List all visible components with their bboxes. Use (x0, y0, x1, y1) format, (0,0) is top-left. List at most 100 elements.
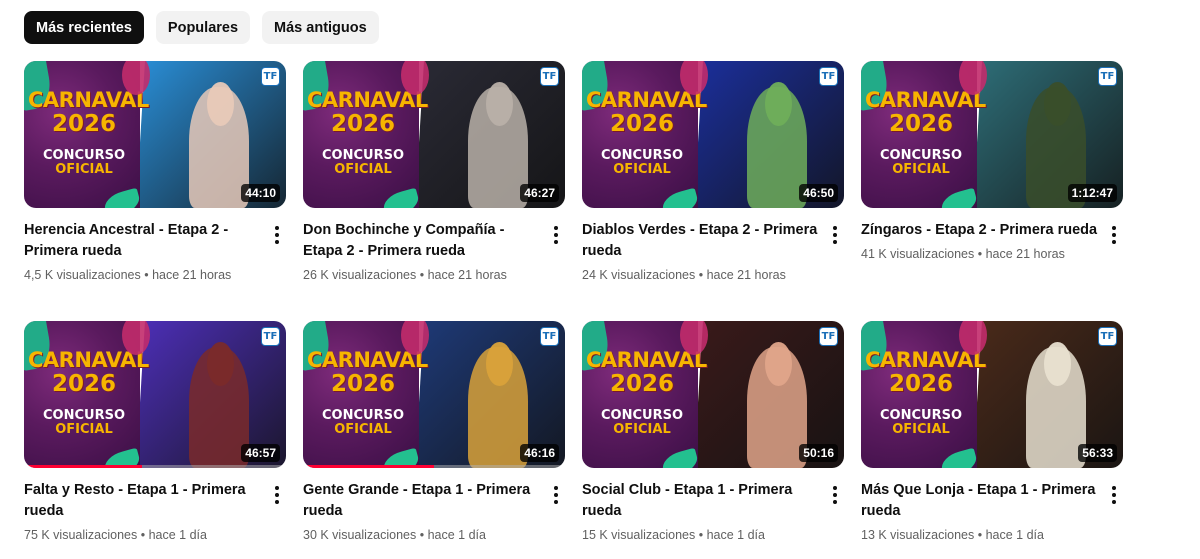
video-duration: 46:16 (520, 444, 559, 462)
branding-subtitle: CONCURSO (601, 408, 683, 423)
video-thumbnail[interactable]: CARNAVAL 2026 CONCURSO OFICIAL TF 46:27 (303, 61, 565, 208)
watch-progress-bar (24, 465, 142, 468)
branding-title: CARNAVAL (307, 348, 428, 372)
video-thumbnail[interactable]: CARNAVAL 2026 CONCURSO OFICIAL TF 46:50 (582, 61, 844, 208)
video-title[interactable]: Falta y Resto - Etapa 1 - Primera rueda (24, 480, 264, 522)
branding-subtitle-2: OFICIAL (892, 422, 950, 437)
branding-subtitle-2: OFICIAL (892, 162, 950, 177)
separator: • (416, 528, 428, 542)
upload-age: hace 21 horas (427, 268, 507, 282)
video-stats: 75 K visualizaciones • hace 1 día (24, 527, 264, 544)
branding-subtitle: CONCURSO (880, 408, 962, 423)
view-count: 15 K visualizaciones (582, 528, 696, 542)
video-thumbnail[interactable]: CARNAVAL 2026 CONCURSO OFICIAL TF 46:57 (24, 321, 286, 468)
video-card[interactable]: CARNAVAL 2026 CONCURSO OFICIAL TF 50:16 … (582, 321, 844, 559)
branding-subtitle-2: OFICIAL (334, 422, 392, 437)
more-actions-icon[interactable] (268, 223, 286, 247)
branding-title: CARNAVAL (28, 88, 149, 112)
more-actions-icon[interactable] (826, 223, 844, 247)
thumbnail-branding-panel: CARNAVAL 2026 CONCURSO OFICIAL (861, 321, 987, 468)
thumbnail-branding-panel: CARNAVAL 2026 CONCURSO OFICIAL (303, 321, 429, 468)
video-card[interactable]: CARNAVAL 2026 CONCURSO OFICIAL TF 46:16 … (303, 321, 565, 559)
video-thumbnail[interactable]: CARNAVAL 2026 CONCURSO OFICIAL TF 56:33 (861, 321, 1123, 468)
video-duration: 46:50 (799, 184, 838, 202)
video-thumbnail[interactable]: CARNAVAL 2026 CONCURSO OFICIAL TF 1:12:4… (861, 61, 1123, 208)
video-card[interactable]: CARNAVAL 2026 CONCURSO OFICIAL TF 46:57 … (24, 321, 286, 559)
performer-head (764, 81, 792, 126)
view-count: 30 K visualizaciones (303, 528, 417, 542)
more-actions-icon[interactable] (547, 223, 565, 247)
thumbnail-branding-panel: CARNAVAL 2026 CONCURSO OFICIAL (303, 61, 429, 208)
video-card[interactable]: CARNAVAL 2026 CONCURSO OFICIAL TF 1:12:4… (861, 61, 1123, 321)
video-thumbnail[interactable]: CARNAVAL 2026 CONCURSO OFICIAL TF 50:16 (582, 321, 844, 468)
video-thumbnail[interactable]: CARNAVAL 2026 CONCURSO OFICIAL TF 44:10 (24, 61, 286, 208)
video-title[interactable]: Herencia Ancestral - Etapa 2 - Primera r… (24, 220, 264, 262)
separator: • (695, 268, 707, 282)
video-card[interactable]: CARNAVAL 2026 CONCURSO OFICIAL TF 46:27 … (303, 61, 565, 321)
branding-year: 2026 (51, 111, 116, 137)
video-meta: Zíngaros - Etapa 2 - Primera rueda 41 K … (861, 220, 1101, 263)
video-title[interactable]: Diablos Verdes - Etapa 2 - Primera rueda (582, 220, 822, 262)
video-title[interactable]: Zíngaros - Etapa 2 - Primera rueda (861, 220, 1101, 241)
filter-chip-oldest[interactable]: Más antiguos (262, 11, 379, 44)
video-title[interactable]: Gente Grande - Etapa 1 - Primera rueda (303, 480, 543, 522)
video-stats: 41 K visualizaciones • hace 21 horas (861, 246, 1101, 263)
view-count: 24 K visualizaciones (582, 268, 696, 282)
view-count: 13 K visualizaciones (861, 528, 975, 542)
filter-chip-recent[interactable]: Más recientes (24, 11, 144, 44)
more-actions-icon[interactable] (268, 483, 286, 507)
video-duration: 1:12:47 (1067, 184, 1117, 202)
branding-subtitle: CONCURSO (880, 148, 962, 163)
upload-age: hace 21 horas (706, 268, 786, 282)
video-stats: 24 K visualizaciones • hace 21 horas (582, 267, 822, 284)
performer-head (764, 341, 792, 386)
upload-age: hace 1 día (148, 528, 207, 542)
more-actions-icon[interactable] (547, 483, 565, 507)
channel-logo-icon: TF (261, 327, 280, 346)
branding-subtitle-2: OFICIAL (55, 422, 113, 437)
video-meta: Gente Grande - Etapa 1 - Primera rueda 3… (303, 480, 543, 544)
separator: • (137, 528, 149, 542)
branding-subtitle-2: OFICIAL (55, 162, 113, 177)
branding-subtitle: CONCURSO (322, 408, 404, 423)
branding-title: CARNAVAL (865, 88, 986, 112)
decorative-leaf (938, 187, 980, 208)
video-title[interactable]: Social Club - Etapa 1 - Primera rueda (582, 480, 822, 522)
video-meta: Herencia Ancestral - Etapa 2 - Primera r… (24, 220, 264, 284)
branding-title: CARNAVAL (865, 348, 986, 372)
channel-logo-icon: TF (540, 67, 559, 86)
video-duration: 50:16 (799, 444, 838, 462)
decorative-leaf (659, 187, 701, 208)
video-card[interactable]: CARNAVAL 2026 CONCURSO OFICIAL TF 46:50 … (582, 61, 844, 321)
video-meta: Social Club - Etapa 1 - Primera rueda 15… (582, 480, 822, 544)
branding-year: 2026 (51, 371, 116, 397)
video-title[interactable]: Don Bochinche y Compañía - Etapa 2 - Pri… (303, 220, 543, 262)
video-card[interactable]: CARNAVAL 2026 CONCURSO OFICIAL TF 44:10 … (24, 61, 286, 321)
thumbnail-branding-panel: CARNAVAL 2026 CONCURSO OFICIAL (582, 61, 708, 208)
branding-title: CARNAVAL (28, 348, 149, 372)
branding-year: 2026 (330, 371, 395, 397)
upload-age: hace 21 horas (152, 268, 232, 282)
branding-title: CARNAVAL (307, 88, 428, 112)
channel-logo-icon: TF (819, 67, 838, 86)
separator: • (974, 247, 986, 261)
video-duration: 46:57 (241, 444, 280, 462)
more-actions-icon[interactable] (1105, 223, 1123, 247)
video-meta: Más Que Lonja - Etapa 1 - Primera rueda … (861, 480, 1101, 544)
video-meta: Don Bochinche y Compañía - Etapa 2 - Pri… (303, 220, 543, 284)
video-duration: 56:33 (1078, 444, 1117, 462)
video-stats: 15 K visualizaciones • hace 1 día (582, 527, 822, 544)
video-card[interactable]: CARNAVAL 2026 CONCURSO OFICIAL TF 56:33 … (861, 321, 1123, 559)
more-actions-icon[interactable] (826, 483, 844, 507)
upload-age: hace 1 día (427, 528, 486, 542)
branding-subtitle-2: OFICIAL (613, 422, 671, 437)
video-title[interactable]: Más Que Lonja - Etapa 1 - Primera rueda (861, 480, 1101, 522)
channel-logo-icon: TF (1098, 67, 1117, 86)
branding-year: 2026 (330, 111, 395, 137)
view-count: 75 K visualizaciones (24, 528, 138, 542)
filter-chip-popular[interactable]: Populares (155, 11, 251, 44)
video-thumbnail[interactable]: CARNAVAL 2026 CONCURSO OFICIAL TF 46:16 (303, 321, 565, 468)
branding-title: CARNAVAL (586, 88, 707, 112)
video-stats: 13 K visualizaciones • hace 1 día (861, 527, 1101, 544)
more-actions-icon[interactable] (1105, 483, 1123, 507)
